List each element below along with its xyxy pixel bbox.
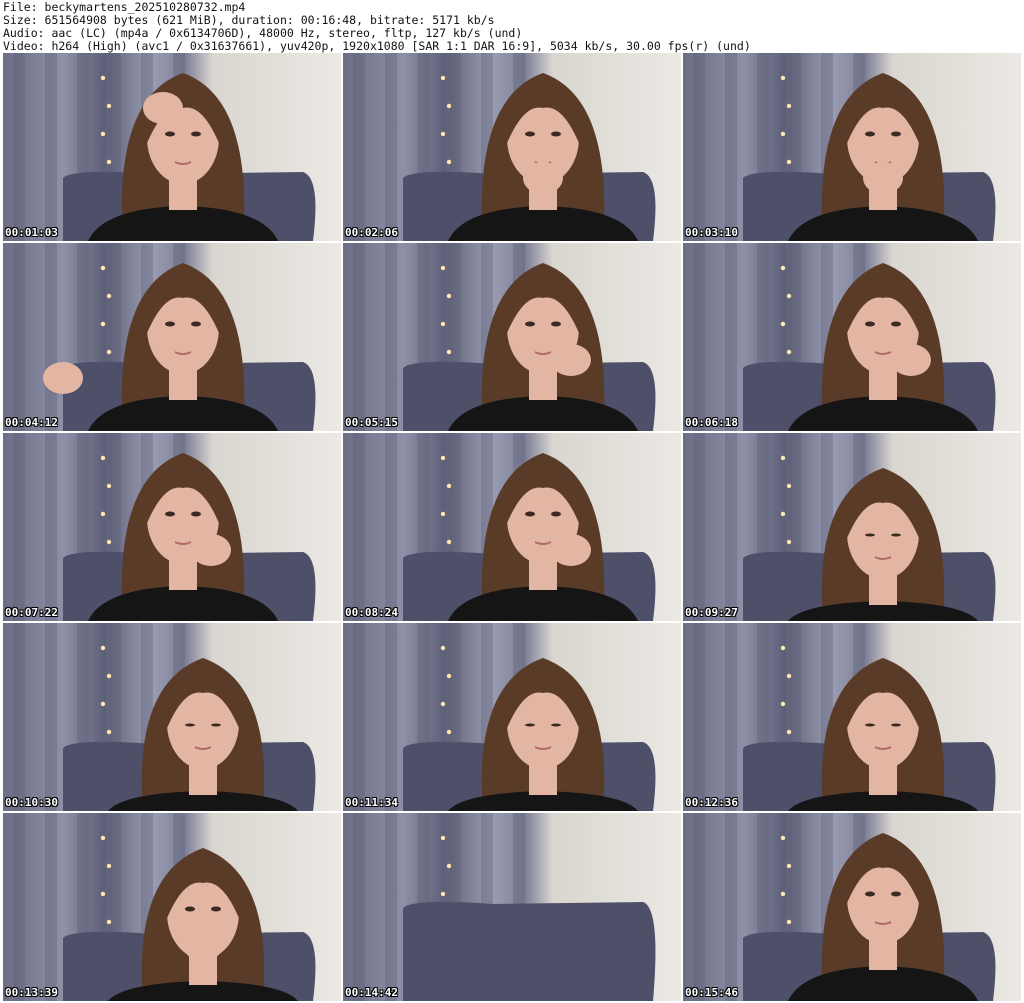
- thumbnail-image: [13, 433, 316, 621]
- thumbnail-image: [353, 813, 656, 1001]
- video-thumbnail[interactable]: 00:04:12: [3, 243, 341, 431]
- thumbnail-image: [353, 243, 656, 431]
- thumbnail-image: [13, 243, 316, 431]
- video-thumbnail[interactable]: 00:10:30: [3, 623, 341, 811]
- thumbnail-grid: 00:01:03 00:02:06 00:03:10 00:04:12 00:05:15…: [3, 53, 1021, 1001]
- thumbnail-image: [13, 813, 316, 1001]
- thumbnail-timestamp: 00:04:12: [5, 416, 58, 429]
- thumbnail-image: [353, 623, 656, 811]
- thumbnail-image: [693, 813, 996, 1001]
- thumbnail-image: [13, 53, 316, 241]
- video-thumbnail[interactable]: 00:01:03: [3, 53, 341, 241]
- video-thumbnail[interactable]: 00:15:46: [683, 813, 1021, 1001]
- thumbnail-timestamp: 00:12:36: [685, 796, 738, 809]
- video-thumbnail[interactable]: 00:12:36: [683, 623, 1021, 811]
- thumbnail-timestamp: 00:10:30: [5, 796, 58, 809]
- thumbnail-timestamp: 00:03:10: [685, 226, 738, 239]
- file-size-line: Size: 651564908 bytes (621 MiB), duratio…: [3, 14, 495, 27]
- audio-info-line: Audio: aac (LC) (mp4a / 0x6134706D), 480…: [3, 27, 523, 40]
- thumbnail-image: [353, 433, 656, 621]
- thumbnail-image: [693, 53, 996, 241]
- thumbnail-image: [693, 433, 996, 621]
- video-thumbnail[interactable]: 00:02:06: [343, 53, 681, 241]
- video-thumbnail[interactable]: 00:07:22: [3, 433, 341, 621]
- video-thumbnail[interactable]: 00:13:39: [3, 813, 341, 1001]
- thumbnail-timestamp: 00:09:27: [685, 606, 738, 619]
- video-thumbnail[interactable]: 00:14:42: [343, 813, 681, 1001]
- video-thumbnail[interactable]: 00:05:15: [343, 243, 681, 431]
- thumbnail-timestamp: 00:07:22: [5, 606, 58, 619]
- file-name-line: File: beckymartens_202510280732.mp4: [3, 1, 246, 14]
- thumbnail-image: [13, 623, 316, 811]
- thumbnail-timestamp: 00:14:42: [345, 986, 398, 999]
- thumbnail-image: [353, 53, 656, 241]
- thumbnail-timestamp: 00:08:24: [345, 606, 398, 619]
- thumbnail-timestamp: 00:02:06: [345, 226, 398, 239]
- file-info-header: File: beckymartens_202510280732.mp4 Size…: [3, 1, 1021, 53]
- thumbnail-timestamp: 00:05:15: [345, 416, 398, 429]
- video-thumbnail[interactable]: 00:09:27: [683, 433, 1021, 621]
- video-info-line: Video: h264 (High) (avc1 / 0x31637661), …: [3, 40, 751, 53]
- thumbnail-image: [693, 243, 996, 431]
- video-thumbnail[interactable]: 00:08:24: [343, 433, 681, 621]
- thumbnail-timestamp: 00:15:46: [685, 986, 738, 999]
- thumbnail-timestamp: 00:11:34: [345, 796, 398, 809]
- video-thumbnail[interactable]: 00:11:34: [343, 623, 681, 811]
- video-thumbnail[interactable]: 00:06:18: [683, 243, 1021, 431]
- thumbnail-timestamp: 00:13:39: [5, 986, 58, 999]
- video-thumbnail[interactable]: 00:03:10: [683, 53, 1021, 241]
- thumbnail-timestamp: 00:06:18: [685, 416, 738, 429]
- thumbnail-timestamp: 00:01:03: [5, 226, 58, 239]
- thumbnail-image: [693, 623, 996, 811]
